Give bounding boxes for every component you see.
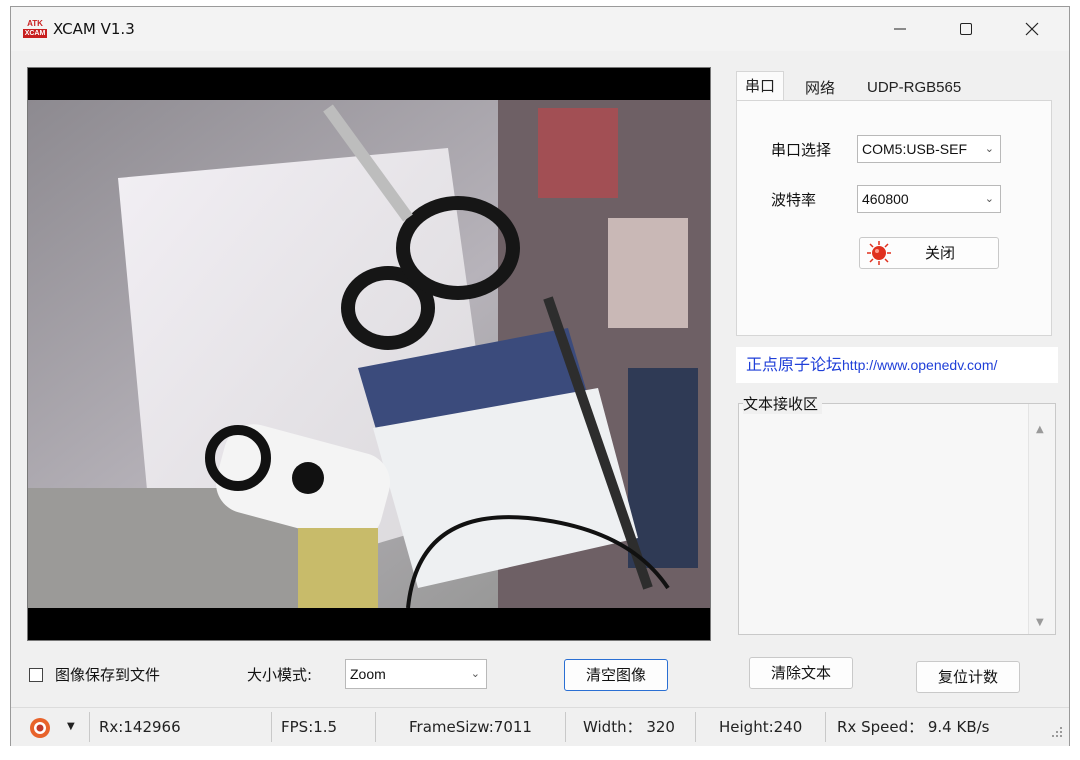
status-divider [375, 712, 376, 742]
chevron-down-icon: ⌄ [470, 668, 480, 680]
port-select-combo[interactable]: COM5:USB-SEF ⌄ [857, 135, 1001, 163]
baud-rate-value: 460800 [862, 191, 909, 207]
save-image-label: 图像保存到文件 [55, 666, 161, 684]
port-select-value: COM5:USB-SEF [862, 141, 968, 157]
tab-serial[interactable]: 串口 [736, 71, 785, 102]
receive-area-label: 文本接收区 [743, 393, 823, 414]
height-value: Height:240 [719, 718, 803, 736]
status-red-light-icon [867, 241, 891, 265]
title-bar[interactable]: ATK XCAM XCAM V1.3 [11, 7, 1069, 51]
close-port-label: 关闭 [924, 244, 955, 262]
camera-frame-image [28, 68, 710, 640]
dropdown-arrow-icon[interactable]: ▼ [67, 708, 75, 746]
status-divider [695, 712, 696, 742]
port-select-label: 串口选择 [771, 141, 832, 159]
reset-count-button[interactable]: 复位计数 [916, 661, 1020, 693]
app-logo-icon: ATK XCAM [23, 19, 47, 38]
close-icon [1025, 22, 1039, 36]
resize-grip-icon[interactable] [1049, 724, 1063, 742]
rx-count: Rx:142966 [99, 718, 181, 736]
clear-image-button[interactable]: 清空图像 [564, 659, 668, 691]
chevron-down-icon: ⌄ [984, 193, 994, 205]
chevron-down-icon: ⌄ [984, 143, 994, 155]
status-divider [565, 712, 566, 742]
status-divider [271, 712, 272, 742]
size-mode-combo[interactable]: Zoom ⌄ [345, 659, 487, 689]
record-status-icon[interactable] [29, 717, 51, 743]
close-window-button[interactable] [999, 7, 1065, 51]
status-divider [89, 712, 90, 742]
scroll-up-icon[interactable]: ▲ [1036, 424, 1044, 435]
size-mode-value: Zoom [350, 666, 386, 682]
serial-settings-panel: 串口选择 COM5:USB-SEF ⌄ 波特率 460800 ⌄ 关闭 [736, 100, 1052, 336]
tab-udp-rgb565[interactable]: UDP-RGB565 [859, 75, 969, 101]
maximize-button[interactable] [933, 7, 999, 51]
minimize-icon [894, 28, 906, 30]
window-title: XCAM V1.3 [53, 20, 135, 38]
save-image-checkbox[interactable] [29, 668, 43, 682]
minimize-button[interactable] [867, 7, 933, 51]
width-value: Width： 320 [583, 718, 675, 736]
fps-value: FPS:1.5 [281, 718, 338, 736]
app-window: ATK XCAM XCAM V1.3 串口 网络 UDP-RGB565 串口选择… [10, 6, 1070, 746]
maximize-icon [960, 23, 972, 35]
size-mode-label: 大小模式: [247, 666, 313, 684]
receive-scrollbar[interactable]: ▲ ▼ [1028, 404, 1055, 634]
rx-speed-value: Rx Speed： 9.4 KB/s [837, 718, 990, 736]
clear-text-button[interactable]: 清除文本 [749, 657, 853, 689]
baud-rate-label: 波特率 [771, 191, 817, 209]
status-bar: ▼ Rx:142966 FPS:1.5 FrameSizw:7011 Width… [11, 707, 1069, 746]
forum-url-text: http://www.openedv.com/ [842, 357, 998, 373]
tab-network[interactable]: 网络 [797, 75, 843, 101]
forum-brand-text: 正点原子论坛 [746, 355, 843, 374]
frame-size-value: FrameSizw:7011 [409, 718, 532, 736]
scroll-down-icon[interactable]: ▼ [1036, 617, 1044, 628]
status-divider [825, 712, 826, 742]
forum-link[interactable]: 正点原子论坛http://www.openedv.com/ [736, 347, 1058, 383]
camera-preview [27, 67, 711, 641]
baud-rate-combo[interactable]: 460800 ⌄ [857, 185, 1001, 213]
close-port-button[interactable]: 关闭 [859, 237, 999, 269]
text-receive-area[interactable]: ▲ ▼ [738, 403, 1056, 635]
